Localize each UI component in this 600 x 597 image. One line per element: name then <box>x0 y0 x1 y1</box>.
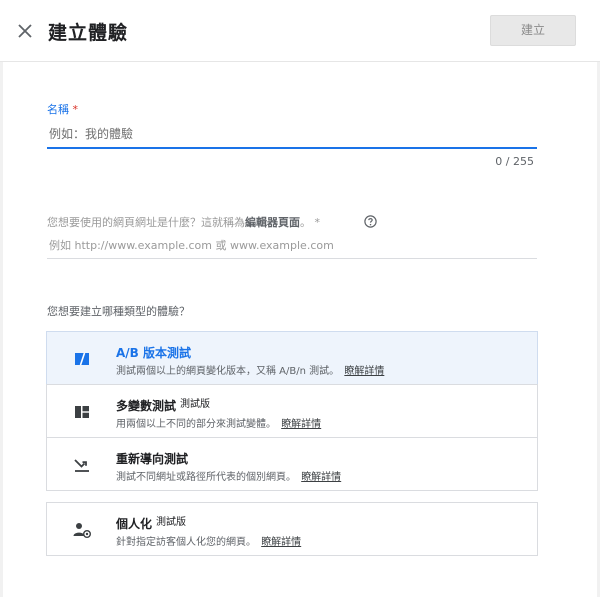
name-input[interactable] <box>47 121 537 149</box>
character-counter: 0 / 255 <box>495 155 534 168</box>
option-description-text: 測試不同網址或路徑所代表的個別網頁。 <box>116 472 296 483</box>
option-title: 多變數測試 測試版 <box>116 397 210 414</box>
beta-badge: 測試版 <box>156 517 187 528</box>
url-question-suffix: 。 * <box>300 216 320 229</box>
learn-more-link[interactable]: 瞭解詳情 <box>301 472 341 483</box>
option-title-text: 重新導向測試 <box>116 452 189 466</box>
dialog-title: 建立體驗 <box>48 22 129 44</box>
dialog-header: 建立體驗 建立 <box>0 0 600 62</box>
option-multivariate[interactable]: 多變數測試 測試版 用兩個以上不同的部分來測試變體。 瞭解詳情 <box>46 384 538 438</box>
url-question-prefix: 您想要使用的網頁網址是什麼？這就稱為 <box>47 216 245 229</box>
option-title-text: A/B 版本測試 <box>116 346 191 360</box>
help-button[interactable] <box>364 213 377 228</box>
close-icon <box>18 24 32 38</box>
option-description-text: 測試兩個以上的網頁變化版本，又稱 A/B/n 測試。 <box>116 366 340 377</box>
option-title-text: 個人化 <box>116 517 153 531</box>
option-description-text: 針對指定訪客個人化您的網頁。 <box>116 537 256 548</box>
option-title: 重新導向測試 <box>116 450 188 467</box>
create-button[interactable]: 建立 <box>490 15 576 46</box>
option-description: 測試不同網址或路徑所代表的個別網頁。 瞭解詳情 <box>116 468 341 483</box>
option-description: 針對指定訪客個人化您的網頁。 瞭解詳情 <box>116 533 301 548</box>
redirect-icon <box>74 459 89 472</box>
option-title: A/B 版本測試 <box>116 344 191 361</box>
option-description-text: 用兩個以上不同的部分來測試變體。 <box>116 419 276 430</box>
learn-more-link[interactable]: 瞭解詳情 <box>344 366 384 377</box>
learn-more-link[interactable]: 瞭解詳情 <box>281 419 321 430</box>
name-label: 名稱 * <box>47 101 78 117</box>
help-icon <box>364 215 377 228</box>
beta-badge: 測試版 <box>180 399 211 410</box>
type-question: 您想要建立哪種類型的體驗？ <box>47 305 190 318</box>
left-border <box>0 62 3 597</box>
required-mark: * <box>72 103 79 116</box>
option-title-text: 多變數測試 <box>116 399 177 413</box>
option-redirect[interactable]: 重新導向測試 測試不同網址或路徑所代表的個別網頁。 瞭解詳情 <box>46 437 538 491</box>
option-title: 個人化 測試版 <box>116 515 186 532</box>
url-question: 您想要使用的網頁網址是什麼？這就稱為編輯器頁面。 * <box>47 214 320 230</box>
close-button[interactable] <box>14 20 36 42</box>
option-ab-test[interactable]: A/B 版本測試 測試兩個以上的網頁變化版本，又稱 A/B/n 測試。 瞭解詳情 <box>46 331 538 385</box>
option-description: 用兩個以上不同的部分來測試變體。 瞭解詳情 <box>116 415 321 430</box>
name-label-text: 名稱 <box>47 103 69 116</box>
editor-page-url-input[interactable] <box>47 233 537 259</box>
ab-test-icon <box>75 352 89 366</box>
multivariate-icon <box>75 406 89 418</box>
option-description: 測試兩個以上的網頁變化版本，又稱 A/B/n 測試。 瞭解詳情 <box>116 362 384 377</box>
url-question-bold: 編輯器頁面 <box>245 216 300 229</box>
personalization-icon <box>73 523 91 538</box>
option-personalization[interactable]: 個人化 測試版 針對指定訪客個人化您的網頁。 瞭解詳情 <box>46 502 538 556</box>
learn-more-link[interactable]: 瞭解詳情 <box>261 537 301 548</box>
